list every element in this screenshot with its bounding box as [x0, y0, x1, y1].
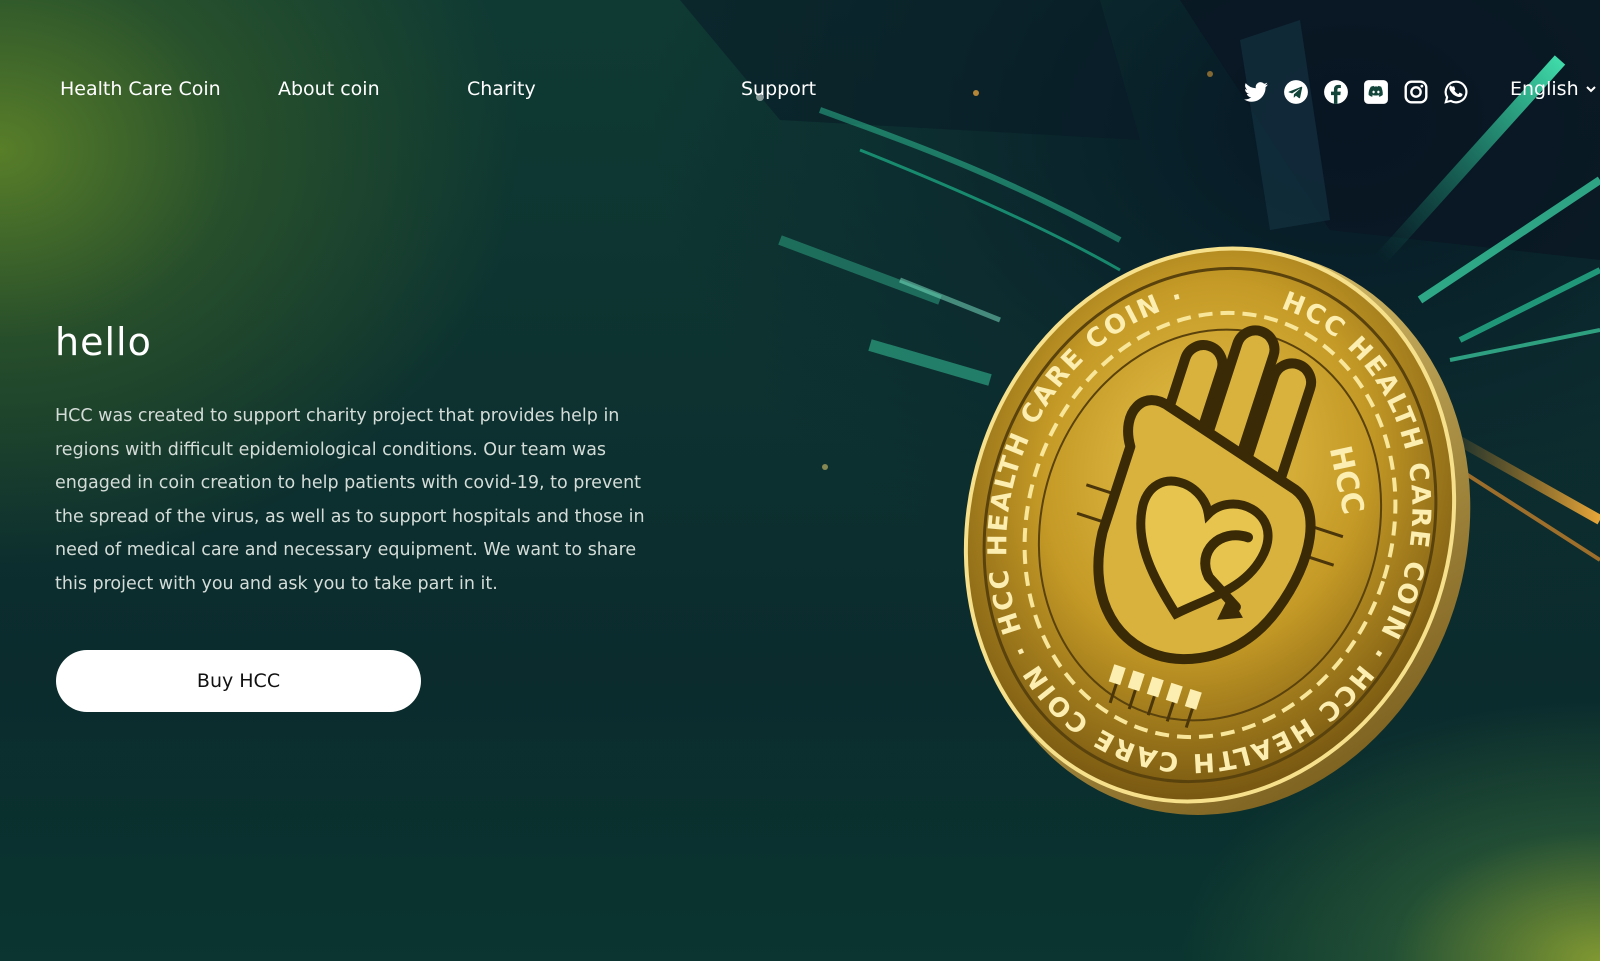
whatsapp-icon[interactable] [1443, 79, 1469, 105]
nav-about-coin[interactable]: About coin [278, 78, 380, 100]
site-header: Health Care Coin About coin Charity Supp… [0, 64, 1600, 120]
hero-title: hello [55, 320, 152, 364]
language-selector[interactable]: English [1510, 78, 1597, 100]
social-links [1243, 79, 1469, 105]
discord-icon[interactable] [1363, 79, 1389, 105]
hero-description: HCC was created to support charity proje… [55, 406, 645, 594]
language-label: English [1510, 78, 1579, 100]
twitter-icon[interactable] [1243, 79, 1269, 105]
instagram-icon[interactable] [1403, 79, 1429, 105]
nav-support[interactable]: Support [741, 78, 816, 100]
hcc-coin-image: HCC HEALTH CARE COIN · HCC HEALTH CARE C… [930, 225, 1490, 825]
chevron-down-icon [1585, 86, 1596, 93]
nav-brand-link[interactable]: Health Care Coin [60, 78, 221, 100]
facebook-icon[interactable] [1323, 79, 1349, 105]
telegram-icon[interactable] [1283, 79, 1309, 105]
buy-hcc-button[interactable]: Buy HCC [56, 650, 421, 712]
nav-charity[interactable]: Charity [467, 78, 536, 100]
